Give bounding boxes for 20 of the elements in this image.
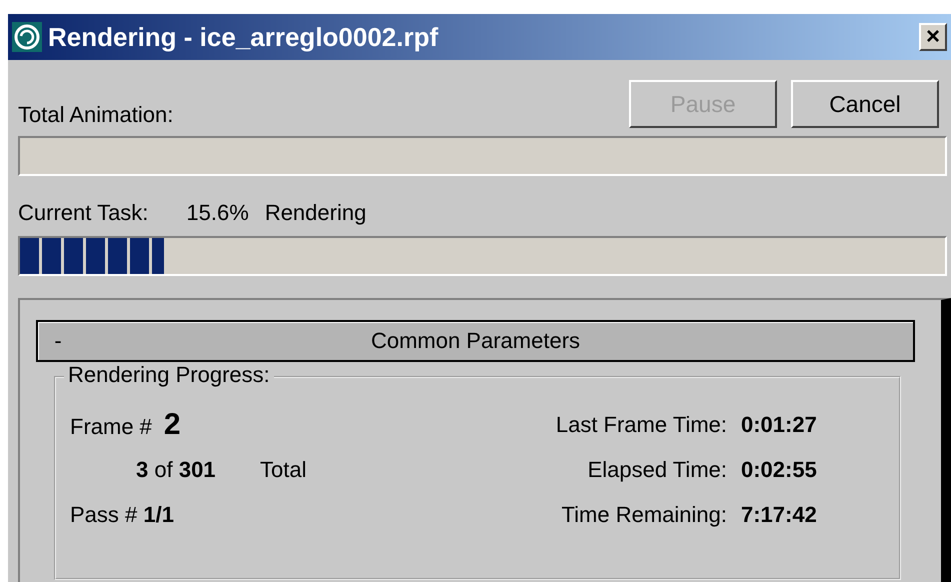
rollout-header[interactable]: - Common Parameters (36, 320, 915, 362)
frame-count: 3 of 301 (135, 456, 217, 482)
time-label: Time Remaining: (562, 502, 727, 528)
time-label: Last Frame Time: (556, 412, 727, 438)
close-button[interactable]: × (919, 23, 947, 51)
task-percent: 15.6% (186, 200, 249, 226)
current-task-label: Current Task: (18, 200, 148, 226)
total-animation-label: Total Animation: (18, 102, 174, 128)
time-value: 7:17:42 (741, 502, 818, 528)
time-value: 0:02:55 (741, 456, 818, 482)
window-title: Rendering - ice_arreglo0002.rpf (48, 22, 440, 52)
total-label: Total (260, 456, 308, 482)
app-icon (12, 22, 42, 52)
time-label: Elapsed Time: (588, 456, 727, 482)
task-status: Rendering (264, 200, 366, 226)
frame-number: 2 (164, 408, 181, 442)
cancel-button[interactable]: Cancel (791, 80, 939, 128)
frame-label: Frame # (70, 414, 152, 440)
time-value: 0:01:27 (741, 412, 818, 438)
pass-count: Pass # 1/1 (70, 502, 175, 528)
